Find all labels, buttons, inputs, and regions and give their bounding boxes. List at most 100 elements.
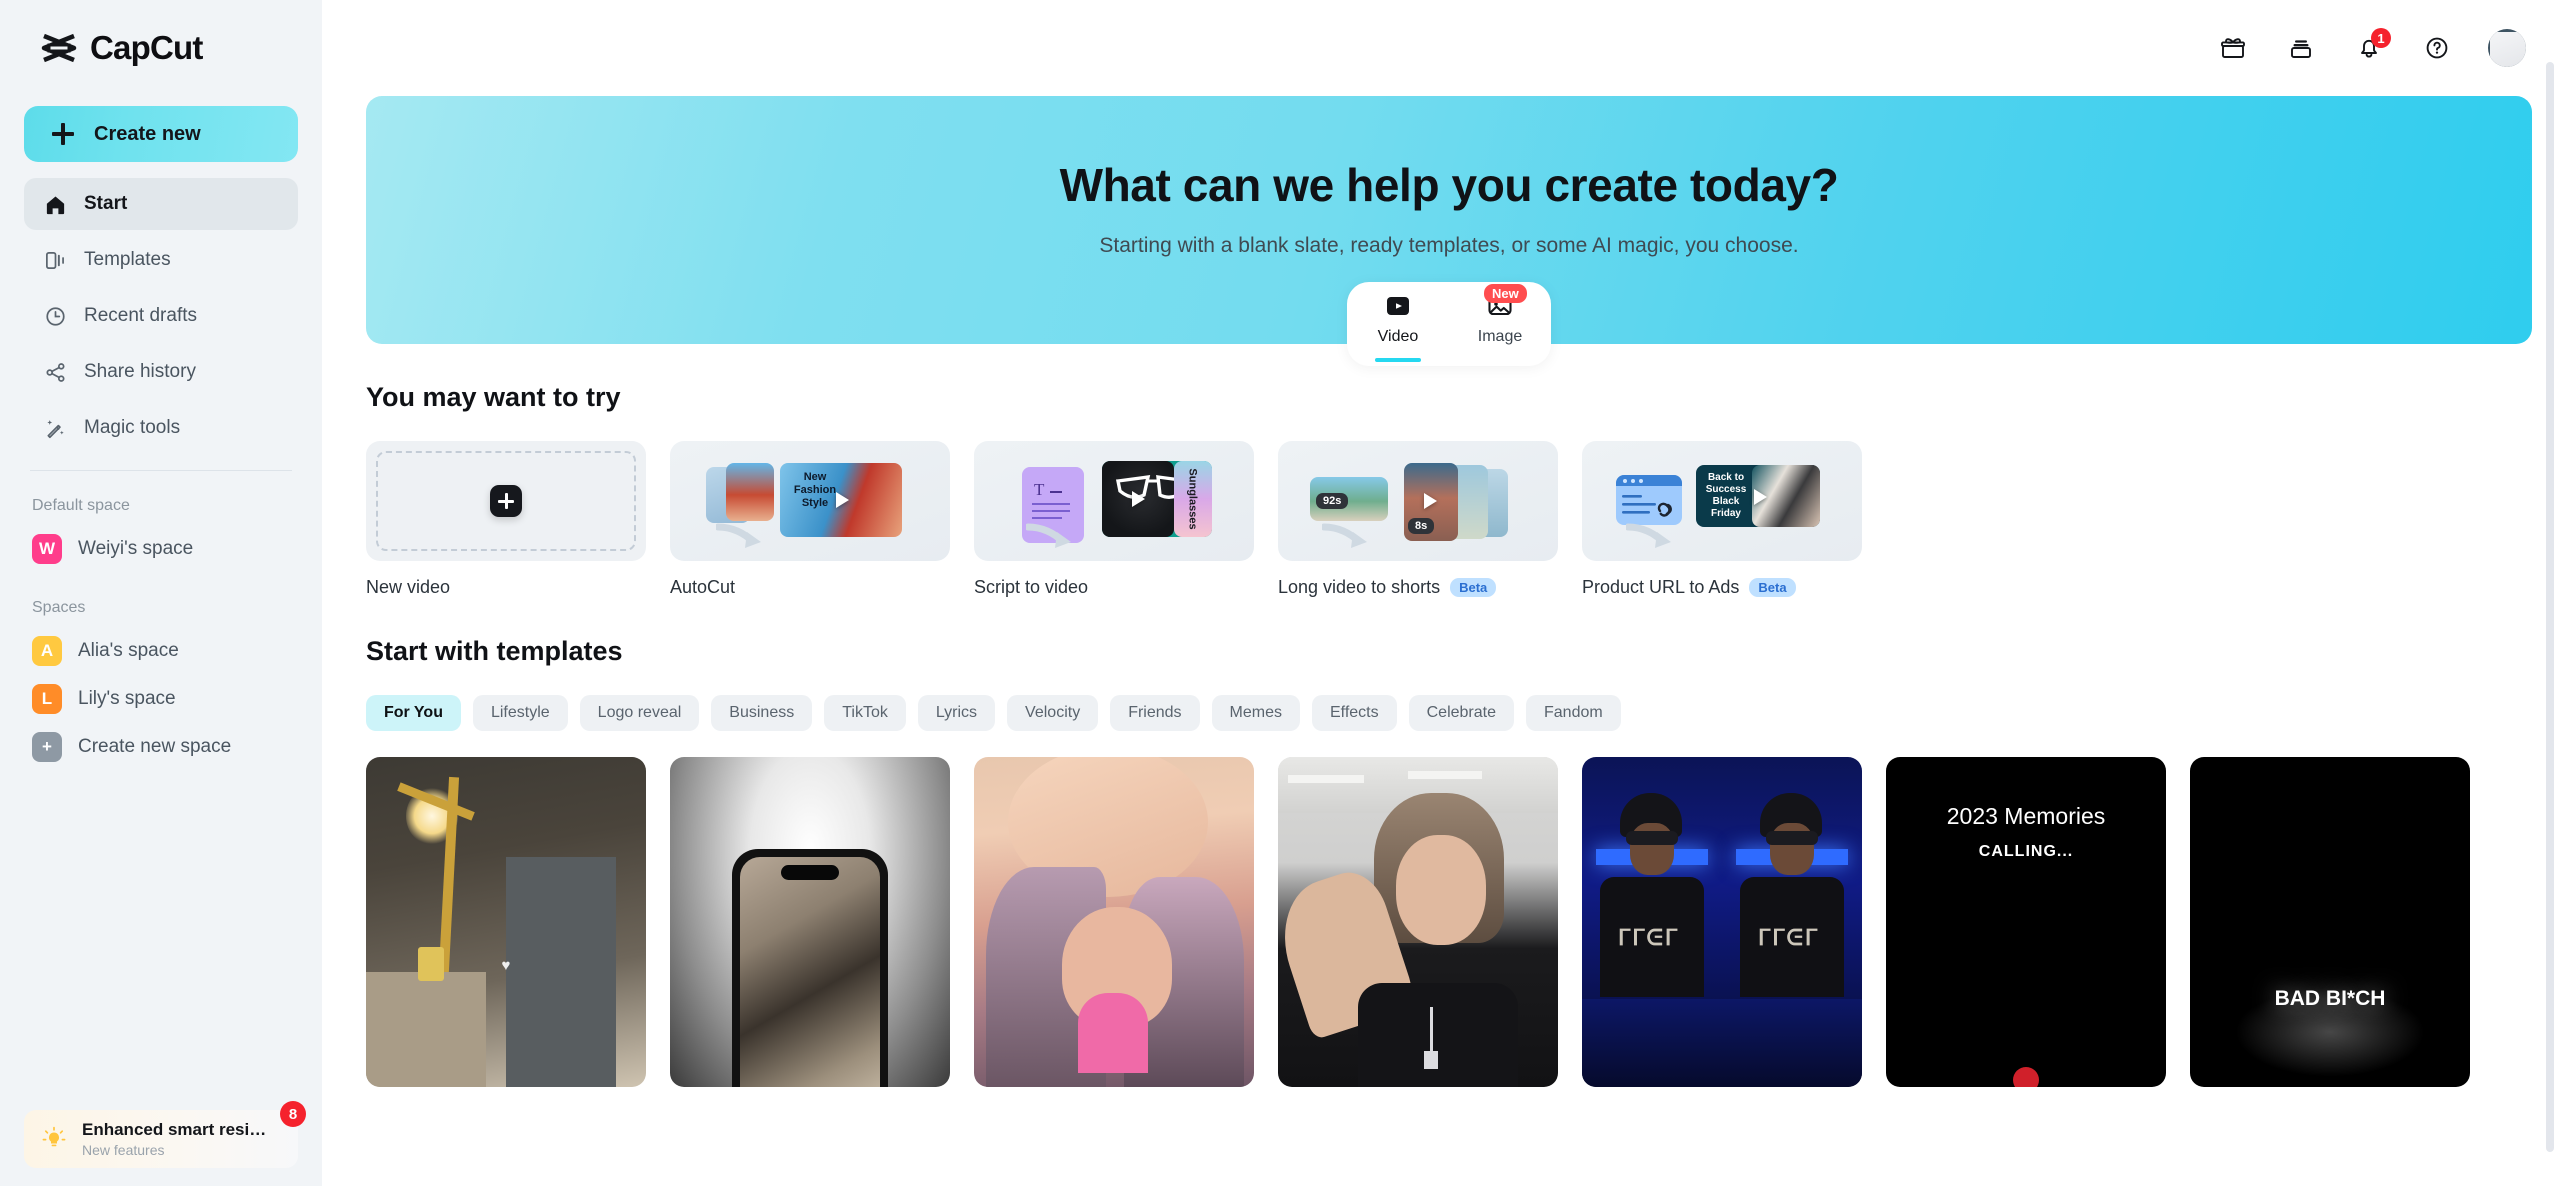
capcut-app: CapCut Create new Start Templates Recent… [0, 0, 2560, 1186]
try-card-label: AutoCut [670, 577, 950, 598]
sidebar-item-magic-tools-label: Magic tools [84, 417, 181, 438]
template-card[interactable]: BAD BI*CH [2190, 757, 2470, 1087]
cards-icon[interactable] [2284, 31, 2318, 65]
sidebar-item-templates-label: Templates [84, 249, 171, 270]
try-card-label: Product URL to Ads Beta [1582, 577, 1862, 598]
plus-icon [52, 123, 74, 145]
chip-lifestyle[interactable]: Lifestyle [472, 695, 568, 731]
space-label: Lily's space [78, 688, 176, 709]
default-space-heading: Default space [32, 497, 130, 514]
chip-effects[interactable]: Effects [1312, 695, 1397, 731]
app-logo[interactable]: CapCut [24, 0, 298, 96]
template-grid: ♥ ᒥᒥᕮᒥ ᒥᒥᕮᒥ 2023 Memories CALLING... BAD… [366, 757, 2532, 1087]
help-icon[interactable] [2420, 31, 2454, 65]
plus-icon [490, 485, 522, 517]
promo-card[interactable]: Enhanced smart resi… New features 8 [24, 1101, 306, 1168]
sidebar-space-weiyi[interactable]: W Weiyi's space [24, 525, 298, 573]
space-label: Weiyi's space [78, 538, 194, 559]
try-thumb-script-to-video[interactable]: T Sunglasses [974, 441, 1254, 561]
sidebar-divider [30, 470, 292, 471]
chip-logo-reveal[interactable]: Logo reveal [579, 695, 700, 731]
template-card[interactable] [1278, 757, 1558, 1087]
chip-fandom[interactable]: Fandom [1526, 695, 1621, 731]
try-card-script-to-video[interactable]: T Sunglasses Script to video [974, 441, 1254, 598]
try-thumb-new-video[interactable] [366, 441, 646, 561]
duration-tag-long: 92s [1316, 493, 1349, 509]
script-illustration: T Sunglasses [974, 441, 1254, 561]
try-cards-row: New video New Fashion Style AutoCut T Su… [366, 441, 2532, 598]
chip-memes[interactable]: Memes [1211, 695, 1300, 731]
template-card[interactable]: ♥ [366, 757, 646, 1087]
user-avatar[interactable] [2488, 29, 2526, 67]
capcut-logo-icon [38, 27, 80, 69]
try-thumb-product-url-to-ads[interactable]: Back to Success Black Friday [1582, 441, 1862, 561]
chip-business[interactable]: Business [711, 695, 813, 731]
gift-icon[interactable] [2216, 31, 2250, 65]
try-card-label-text: Product URL to Ads [1582, 577, 1740, 597]
promo-title: Enhanced smart resi… [82, 1120, 267, 1139]
create-new-label: Create new [94, 122, 201, 145]
duration-tag-short: 8s [1408, 518, 1435, 534]
vertical-scrollbar[interactable] [2546, 62, 2554, 1152]
tab-video[interactable]: Video [1353, 293, 1443, 346]
create-new-button[interactable]: Create new [24, 106, 298, 162]
sidebar-item-share-history-label: Share history [84, 361, 196, 382]
chip-tiktok[interactable]: TikTok [824, 695, 906, 731]
space-avatar: A [32, 636, 62, 666]
sidebar-space-lily[interactable]: L Lily's space [24, 675, 298, 723]
hero-banner: What can we help you create today? Start… [366, 96, 2532, 366]
chip-velocity[interactable]: Velocity [1007, 695, 1099, 731]
play-video-icon [1383, 293, 1413, 319]
try-card-product-url-to-ads[interactable]: Back to Success Black Friday Product URL to… [1582, 441, 1862, 598]
templates-icon [42, 247, 68, 273]
try-card-new-video[interactable]: New video [366, 441, 646, 598]
try-card-autocut[interactable]: New Fashion Style AutoCut [670, 441, 950, 598]
beta-badge: Beta [1450, 578, 1497, 597]
try-card-label-text: New video [366, 577, 451, 597]
sidebar-item-share-history[interactable]: Share history [24, 346, 298, 398]
template-card[interactable] [670, 757, 950, 1087]
tab-image-label: Image [1477, 328, 1523, 345]
sidebar-item-recent-drafts[interactable]: Recent drafts [24, 290, 298, 342]
page-title: What can we help you create today? [1059, 159, 1839, 211]
home-icon [42, 191, 68, 217]
try-card-long-video-to-shorts[interactable]: 92s 8s Long video to shorts Beta [1278, 441, 1558, 598]
try-card-label: Script to video [974, 577, 1254, 598]
sidebar-item-start[interactable]: Start [24, 178, 298, 230]
shorts-illustration: 92s 8s [1278, 441, 1558, 561]
topbar: 1 [322, 0, 2560, 96]
try-card-label-text: Long video to shorts [1278, 577, 1441, 597]
autocut-illustration: New Fashion Style [670, 441, 950, 561]
try-section-title: You may want to try [366, 382, 621, 412]
create-new-space-button[interactable]: + Create new space [24, 723, 298, 771]
template-card[interactable]: 2023 Memories CALLING... [1886, 757, 2166, 1087]
sidebar-item-templates[interactable]: Templates [24, 234, 298, 286]
sidebar-item-magic-tools[interactable]: Magic tools [24, 402, 298, 454]
try-card-label-text: AutoCut [670, 577, 736, 597]
chip-for-you[interactable]: For You [366, 695, 461, 731]
sidebar: CapCut Create new Start Templates Recent… [0, 0, 322, 1186]
try-card-label: New video [366, 577, 646, 598]
template-bottom-text: BAD BI*CH [2274, 987, 2386, 1010]
bell-icon[interactable]: 1 [2352, 28, 2391, 65]
try-thumb-autocut[interactable]: New Fashion Style [670, 441, 950, 561]
try-thumb-long-video-to-shorts[interactable]: 92s 8s [1278, 441, 1558, 561]
share-icon [42, 359, 68, 385]
notification-badge: 1 [2371, 28, 2391, 48]
lightbulb-icon [40, 1125, 68, 1153]
page-subtitle: Starting with a blank slate, ready templ… [1099, 234, 1799, 257]
chip-celebrate[interactable]: Celebrate [1408, 695, 1514, 731]
tab-image[interactable]: New Image [1455, 284, 1545, 346]
template-category-chips: For You Lifestyle Logo reveal Business T… [366, 695, 2532, 731]
sidebar-space-alia[interactable]: A Alia's space [24, 627, 298, 675]
primary-nav: Start Templates Recent drafts Share hist… [24, 178, 298, 454]
chip-lyrics[interactable]: Lyrics [917, 695, 996, 731]
sidebar-item-recent-drafts-label: Recent drafts [84, 305, 197, 326]
template-card[interactable]: ᒥᒥᕮᒥ ᒥᒥᕮᒥ [1582, 757, 1862, 1087]
page-content: What can we help you create today? Start… [322, 96, 2560, 1087]
template-card[interactable] [974, 757, 1254, 1087]
space-label: Create new space [78, 736, 232, 757]
chip-friends[interactable]: Friends [1110, 695, 1200, 731]
template-caption: 2023 Memories CALLING... [1886, 803, 2166, 861]
magic-wand-icon [42, 415, 68, 441]
